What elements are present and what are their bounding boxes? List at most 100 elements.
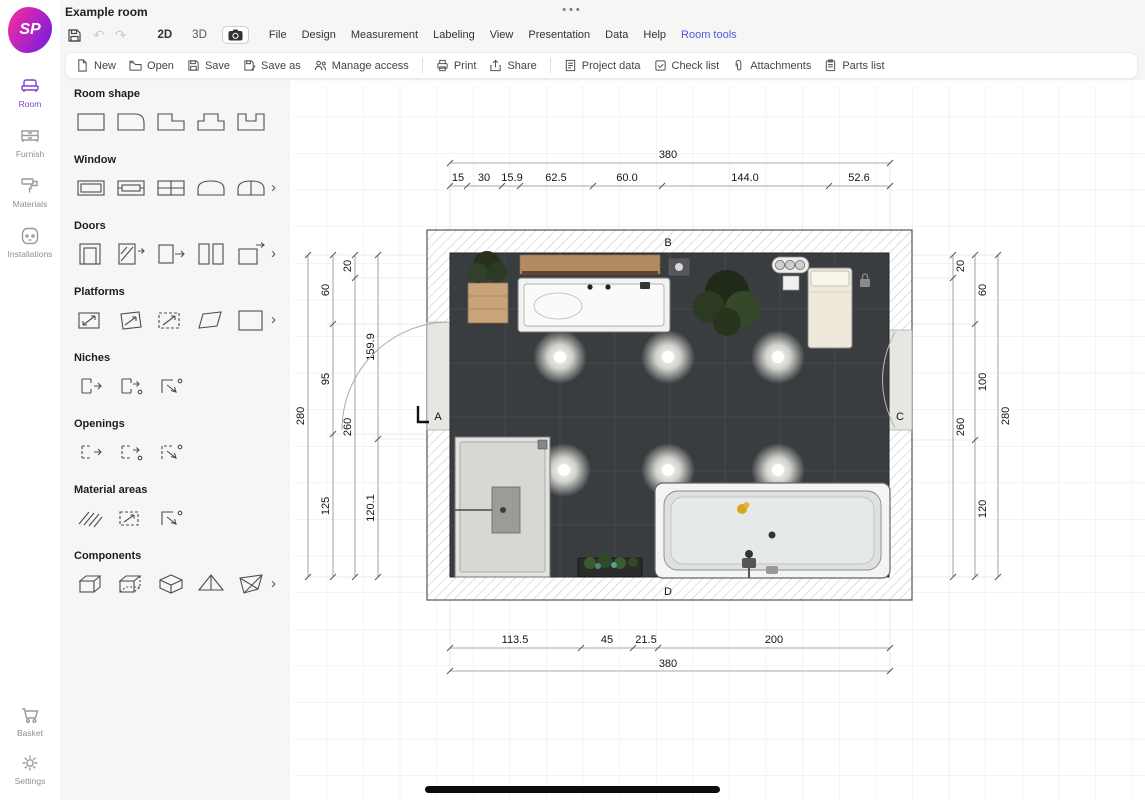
door-single[interactable] [74,239,108,269]
niche-corner-icon [154,371,188,401]
menu-item-labeling[interactable]: Labeling [433,29,475,41]
section-niches: Niches [74,352,290,401]
quick-save-button[interactable] [65,26,83,44]
menu-item-data[interactable]: Data [605,29,628,41]
component-cube[interactable] [74,569,108,599]
component-pyramid[interactable] [194,569,228,599]
opening-dashed-marker[interactable] [114,437,148,467]
door-slide-top[interactable] [234,239,268,269]
sidebar-item-basket[interactable]: Basket [2,704,58,738]
material-hatch[interactable] [74,503,108,533]
component-prism[interactable] [154,569,188,599]
chevron-right-icon[interactable]: › [271,312,276,327]
menu-item-file[interactable]: File [269,29,287,41]
door-double[interactable] [194,239,228,269]
plan-canvas[interactable]: 380 15 30 15.9 62.5 60.0 144.0 52.6 [290,80,1145,800]
attachments-button[interactable]: Attachments [732,59,811,72]
platform-rect-resize[interactable] [74,305,108,335]
component-cube-wire-icon [114,569,148,599]
platform-plain[interactable] [234,305,268,335]
wood-shelf[interactable] [520,255,660,275]
bathtub[interactable] [655,483,890,578]
room-shape-chamfer-icon [114,107,148,137]
save-button[interactable]: Save [187,59,230,72]
parts-list-button[interactable]: Parts list [824,59,884,72]
undo-icon[interactable]: ↶ [93,27,105,44]
niche-corner[interactable] [154,371,188,401]
file-toolbar: New Open Save Save as Manage access Prin… [65,52,1138,79]
app-logo[interactable]: SP [8,7,52,53]
room-shape-l[interactable] [154,107,188,137]
snapshot-button[interactable] [222,26,249,44]
window-inset-icon [114,173,148,203]
component-frustum[interactable] [234,569,268,599]
app-window: SP Room Furnish Materials [0,0,1145,800]
button-label: Print [454,60,477,72]
window-standard[interactable] [74,173,108,203]
opening-dashed[interactable] [74,437,108,467]
door-glass-icon [114,239,148,269]
menu-item-presentation[interactable]: Presentation [528,29,590,41]
menu-item-design[interactable]: Design [302,29,336,41]
window-cross[interactable] [154,173,188,203]
platform-slab[interactable] [194,305,228,335]
new-button[interactable]: New [76,59,116,72]
room-shape-u[interactable] [234,107,268,137]
menu-item-view[interactable]: View [490,29,514,41]
sidebar-item-label: Installations [8,249,53,259]
material-corner-area[interactable] [154,503,188,533]
sidebar-item-room[interactable]: Room [2,75,58,109]
redo-icon[interactable]: ↷ [115,27,127,44]
room-shape-t-icon [194,107,228,137]
window-arched-cross[interactable] [234,173,268,203]
sidebar-item-materials[interactable]: Materials [2,175,58,209]
check-list-button[interactable]: Check list [654,59,720,72]
window-arched[interactable] [194,173,228,203]
component-cube-wire[interactable] [114,569,148,599]
room-shape-rect[interactable] [74,107,108,137]
lounger[interactable] [808,268,852,348]
platform-poly-resize[interactable] [114,305,148,335]
floor-plan-svg[interactable]: 380 15 30 15.9 62.5 60.0 144.0 52.6 [290,80,1145,800]
share-button[interactable]: Share [489,59,536,72]
svg-text:120: 120 [977,500,989,518]
niche-channel[interactable] [74,371,108,401]
sidebar-item-label: Basket [17,728,43,738]
window-arched-icon [194,173,228,203]
window-menu-dots[interactable]: ••• [562,4,583,16]
open-button[interactable]: Open [129,59,174,72]
window-inset[interactable] [114,173,148,203]
menu-item-help[interactable]: Help [643,29,666,41]
manage-access-button[interactable]: Manage access [314,59,409,72]
material-dashed-area[interactable] [114,503,148,533]
chevron-right-icon[interactable]: › [271,246,276,261]
side-cabinet[interactable] [468,283,508,323]
room-shape-t[interactable] [194,107,228,137]
horizontal-scrollbar[interactable] [425,786,720,793]
print-button[interactable]: Print [436,59,477,72]
view-3d-button[interactable]: 3D [187,27,212,43]
sidebar-item-installations[interactable]: Installations [2,225,58,259]
menu-item-room-tools[interactable]: Room tools [681,29,737,41]
shower[interactable] [455,437,550,577]
wall-switch[interactable] [783,276,799,290]
opening-corner[interactable] [154,437,188,467]
sidebar-item-furnish[interactable]: Furnish [2,125,58,159]
platform-dashed[interactable] [154,305,188,335]
spotlight-bar[interactable] [772,257,809,273]
chevron-right-icon[interactable]: › [271,576,276,591]
wall-accessory[interactable] [668,258,690,276]
section-material-areas: Material areas [74,484,290,533]
door-glass[interactable] [114,239,148,269]
chevron-right-icon[interactable]: › [271,180,276,195]
save-as-button[interactable]: Save as [243,59,301,72]
niche-channel-marker[interactable] [114,371,148,401]
door-slide-right[interactable] [154,239,188,269]
project-data-button[interactable]: Project data [564,59,641,72]
room-shape-chamfer[interactable] [114,107,148,137]
view-2d-button[interactable]: 2D [152,27,177,43]
sidebar-item-settings[interactable]: Settings [2,752,58,786]
section-title: Components [74,550,290,562]
menu-item-measurement[interactable]: Measurement [351,29,418,41]
vanity-sink[interactable] [518,278,670,332]
